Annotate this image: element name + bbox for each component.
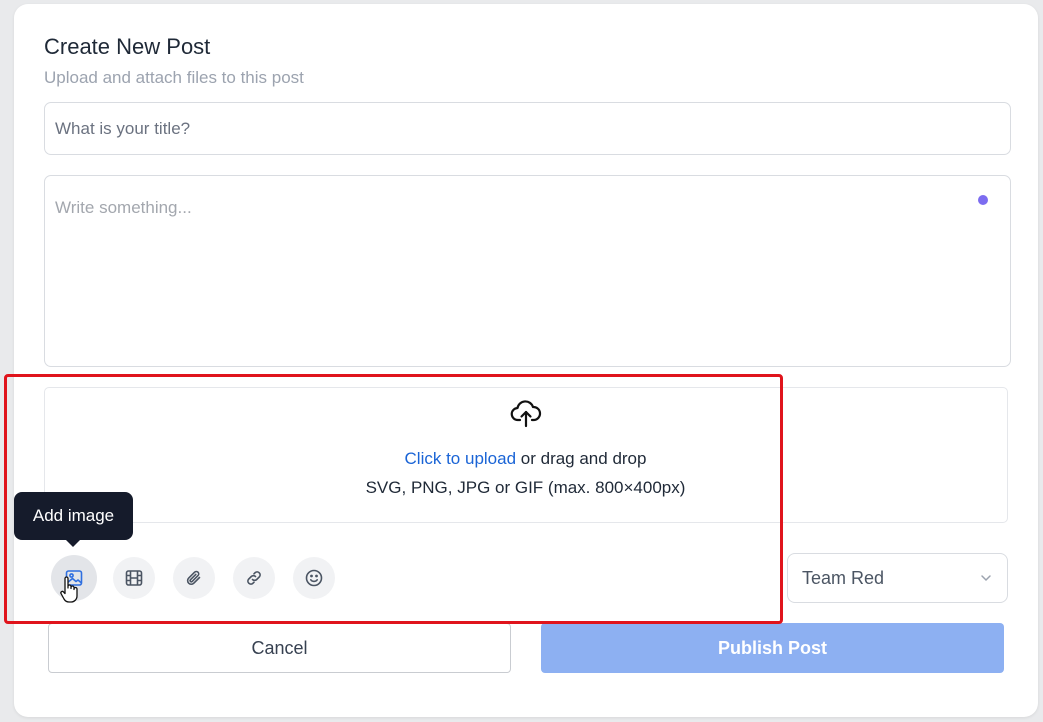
hand-cursor-icon [60,576,78,603]
title-input[interactable] [44,102,1011,155]
insert-link-button[interactable] [233,557,275,599]
insert-emoji-button[interactable] [293,557,335,599]
link-icon [247,571,261,585]
drag-drop-text: or drag and drop [516,449,647,468]
attach-file-button[interactable] [173,557,215,599]
status-dot [978,195,988,205]
body-textarea[interactable] [44,175,1011,367]
page-subtitle: Upload and attach files to this post [44,68,304,87]
chevron-down-icon [981,575,991,582]
click-to-upload-link[interactable]: Click to upload [405,449,517,468]
team-select[interactable]: Team Red [787,553,1008,603]
cancel-button[interactable]: Cancel [48,623,511,673]
page-title: Create New Post [44,34,211,59]
add-image-tooltip: Add image [14,492,133,540]
film-icon [125,570,143,586]
tooltip-arrow [65,539,81,547]
upload-instructions: Click to upload or drag and drop [0,449,1043,469]
cloud-upload-icon [510,400,542,428]
publish-post-button[interactable]: Publish Post [541,623,1004,673]
smiley-icon [305,569,323,587]
upload-hint: SVG, PNG, JPG or GIF (max. 800×400px) [365,478,686,497]
add-video-button[interactable] [113,557,155,599]
paperclip-icon [186,570,201,586]
team-select-value: Team Red [802,567,885,588]
